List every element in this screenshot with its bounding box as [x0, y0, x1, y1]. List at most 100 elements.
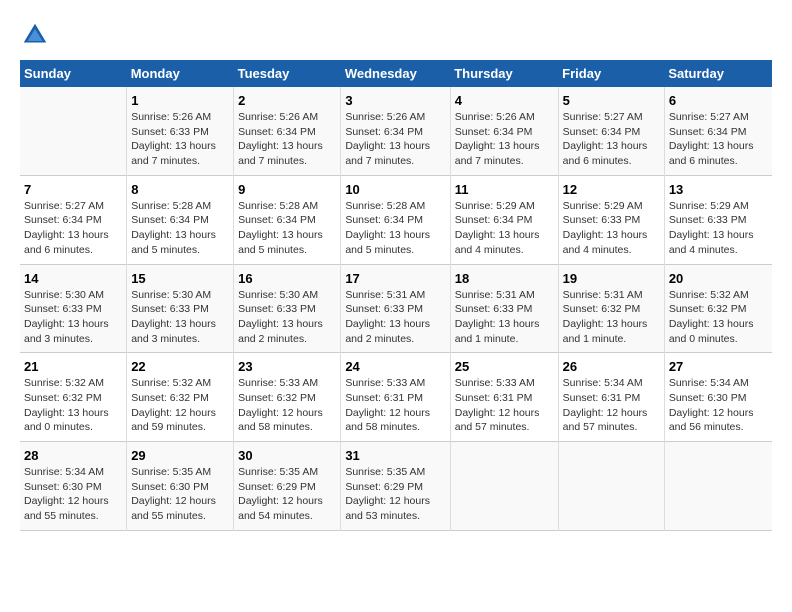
- day-info: Sunrise: 5:30 AM Sunset: 6:33 PM Dayligh…: [131, 288, 229, 347]
- day-info: Sunrise: 5:26 AM Sunset: 6:34 PM Dayligh…: [238, 110, 336, 169]
- day-info: Sunrise: 5:27 AM Sunset: 6:34 PM Dayligh…: [669, 110, 768, 169]
- calendar-cell: [20, 87, 127, 175]
- calendar-cell: 11Sunrise: 5:29 AM Sunset: 6:34 PM Dayli…: [450, 175, 558, 264]
- calendar-cell: 9Sunrise: 5:28 AM Sunset: 6:34 PM Daylig…: [234, 175, 341, 264]
- calendar-cell: 5Sunrise: 5:27 AM Sunset: 6:34 PM Daylig…: [558, 87, 664, 175]
- calendar-cell: 2 Sunrise: 5:26 AM Sunset: 6:34 PM Daylig…: [234, 87, 341, 175]
- day-number: 20: [669, 271, 768, 286]
- calendar-cell: 10 Sunrise: 5:28 AM Sunset: 6:34 PM Dayli…: [341, 175, 450, 264]
- calendar-cell: 26 Sunrise: 5:34 AM Sunset: 6:31 PM Dayli…: [558, 353, 664, 442]
- calendar-cell: 7Sunrise: 5:27 AM Sunset: 6:34 PM Daylig…: [20, 175, 127, 264]
- day-number: 1: [131, 93, 229, 108]
- calendar-week: 7Sunrise: 5:27 AM Sunset: 6:34 PM Daylig…: [20, 175, 772, 264]
- day-number: 10: [345, 182, 445, 197]
- calendar-cell: 23Sunrise: 5:33 AM Sunset: 6:32 PM Dayli…: [234, 353, 341, 442]
- calendar-cell: 21 Sunrise: 5:32 AM Sunset: 6:32 PM Dayli…: [20, 353, 127, 442]
- day-number: 5: [563, 93, 660, 108]
- calendar-cell: 6 Sunrise: 5:27 AM Sunset: 6:34 PM Daylig…: [664, 87, 772, 175]
- day-info: Sunrise: 5:29 AM Sunset: 6:33 PM Dayligh…: [563, 199, 660, 258]
- calendar-cell: [664, 442, 772, 531]
- day-info: Sunrise: 5:32 AM Sunset: 6:32 PM Dayligh…: [131, 376, 229, 435]
- day-info: Sunrise: 5:27 AM Sunset: 6:34 PM Dayligh…: [24, 199, 122, 258]
- day-number: 14: [24, 271, 122, 286]
- day-number: 13: [669, 182, 768, 197]
- day-info: Sunrise: 5:34 AM Sunset: 6:30 PM Dayligh…: [669, 376, 768, 435]
- page-header: [20, 20, 772, 50]
- header-row: SundayMondayTuesdayWednesdayThursdayFrid…: [20, 60, 772, 87]
- day-number: 8: [131, 182, 229, 197]
- calendar-cell: 30 Sunrise: 5:35 AM Sunset: 6:29 PM Dayli…: [234, 442, 341, 531]
- calendar-table: SundayMondayTuesdayWednesdayThursdayFrid…: [20, 60, 772, 531]
- day-info: Sunrise: 5:26 AM Sunset: 6:33 PM Dayligh…: [131, 110, 229, 169]
- calendar-cell: 29Sunrise: 5:35 AM Sunset: 6:30 PM Dayli…: [127, 442, 234, 531]
- header-day: Friday: [558, 60, 664, 87]
- calendar-cell: 13 Sunrise: 5:29 AM Sunset: 6:33 PM Dayli…: [664, 175, 772, 264]
- calendar-cell: 4 Sunrise: 5:26 AM Sunset: 6:34 PM Daylig…: [450, 87, 558, 175]
- calendar-cell: 31 Sunrise: 5:35 AM Sunset: 6:29 PM Dayli…: [341, 442, 450, 531]
- header-day: Sunday: [20, 60, 127, 87]
- day-number: 21: [24, 359, 122, 374]
- day-number: 26: [563, 359, 660, 374]
- day-number: 24: [345, 359, 445, 374]
- calendar-cell: 28Sunrise: 5:34 AM Sunset: 6:30 PM Dayli…: [20, 442, 127, 531]
- day-info: Sunrise: 5:29 AM Sunset: 6:34 PM Dayligh…: [455, 199, 554, 258]
- day-number: 16: [238, 271, 336, 286]
- header-day: Tuesday: [234, 60, 341, 87]
- day-info: Sunrise: 5:33 AM Sunset: 6:31 PM Dayligh…: [455, 376, 554, 435]
- day-info: Sunrise: 5:29 AM Sunset: 6:33 PM Dayligh…: [669, 199, 768, 258]
- header-day: Thursday: [450, 60, 558, 87]
- day-number: 27: [669, 359, 768, 374]
- day-info: Sunrise: 5:35 AM Sunset: 6:30 PM Dayligh…: [131, 465, 229, 524]
- day-info: Sunrise: 5:31 AM Sunset: 6:33 PM Dayligh…: [345, 288, 445, 347]
- calendar-cell: 14 Sunrise: 5:30 AM Sunset: 6:33 PM Dayli…: [20, 264, 127, 353]
- day-number: 30: [238, 448, 336, 463]
- header-day: Saturday: [664, 60, 772, 87]
- calendar-cell: 19Sunrise: 5:31 AM Sunset: 6:32 PM Dayli…: [558, 264, 664, 353]
- day-info: Sunrise: 5:33 AM Sunset: 6:31 PM Dayligh…: [345, 376, 445, 435]
- day-number: 15: [131, 271, 229, 286]
- day-number: 25: [455, 359, 554, 374]
- day-number: 2: [238, 93, 336, 108]
- day-info: Sunrise: 5:31 AM Sunset: 6:33 PM Dayligh…: [455, 288, 554, 347]
- header-day: Monday: [127, 60, 234, 87]
- day-info: Sunrise: 5:30 AM Sunset: 6:33 PM Dayligh…: [238, 288, 336, 347]
- day-info: Sunrise: 5:30 AM Sunset: 6:33 PM Dayligh…: [24, 288, 122, 347]
- day-number: 28: [24, 448, 122, 463]
- day-info: Sunrise: 5:34 AM Sunset: 6:31 PM Dayligh…: [563, 376, 660, 435]
- logo: [20, 20, 54, 50]
- calendar-cell: 27 Sunrise: 5:34 AM Sunset: 6:30 PM Dayli…: [664, 353, 772, 442]
- day-info: Sunrise: 5:28 AM Sunset: 6:34 PM Dayligh…: [131, 199, 229, 258]
- day-number: 9: [238, 182, 336, 197]
- day-info: Sunrise: 5:35 AM Sunset: 6:29 PM Dayligh…: [238, 465, 336, 524]
- calendar-cell: 24 Sunrise: 5:33 AM Sunset: 6:31 PM Dayli…: [341, 353, 450, 442]
- day-info: Sunrise: 5:32 AM Sunset: 6:32 PM Dayligh…: [669, 288, 768, 347]
- day-number: 19: [563, 271, 660, 286]
- day-number: 3: [345, 93, 445, 108]
- calendar-cell: 22 Sunrise: 5:32 AM Sunset: 6:32 PM Dayli…: [127, 353, 234, 442]
- day-number: 23: [238, 359, 336, 374]
- header-day: Wednesday: [341, 60, 450, 87]
- calendar-week: 1 Sunrise: 5:26 AM Sunset: 6:33 PM Daylig…: [20, 87, 772, 175]
- day-number: 6: [669, 93, 768, 108]
- day-number: 17: [345, 271, 445, 286]
- day-info: Sunrise: 5:26 AM Sunset: 6:34 PM Dayligh…: [455, 110, 554, 169]
- day-number: 4: [455, 93, 554, 108]
- calendar-week: 21 Sunrise: 5:32 AM Sunset: 6:32 PM Dayli…: [20, 353, 772, 442]
- calendar-cell: [450, 442, 558, 531]
- calendar-cell: 18 Sunrise: 5:31 AM Sunset: 6:33 PM Dayli…: [450, 264, 558, 353]
- day-info: Sunrise: 5:28 AM Sunset: 6:34 PM Dayligh…: [345, 199, 445, 258]
- calendar-cell: 1 Sunrise: 5:26 AM Sunset: 6:33 PM Daylig…: [127, 87, 234, 175]
- calendar-cell: 16 Sunrise: 5:30 AM Sunset: 6:33 PM Dayli…: [234, 264, 341, 353]
- logo-icon: [20, 20, 50, 50]
- day-number: 12: [563, 182, 660, 197]
- day-number: 31: [345, 448, 445, 463]
- day-info: Sunrise: 5:35 AM Sunset: 6:29 PM Dayligh…: [345, 465, 445, 524]
- calendar-week: 14 Sunrise: 5:30 AM Sunset: 6:33 PM Dayli…: [20, 264, 772, 353]
- calendar-cell: 3Sunrise: 5:26 AM Sunset: 6:34 PM Daylig…: [341, 87, 450, 175]
- day-info: Sunrise: 5:32 AM Sunset: 6:32 PM Dayligh…: [24, 376, 122, 435]
- day-number: 22: [131, 359, 229, 374]
- calendar-cell: 12 Sunrise: 5:29 AM Sunset: 6:33 PM Dayli…: [558, 175, 664, 264]
- calendar-week: 28Sunrise: 5:34 AM Sunset: 6:30 PM Dayli…: [20, 442, 772, 531]
- day-number: 18: [455, 271, 554, 286]
- calendar-cell: 25 Sunrise: 5:33 AM Sunset: 6:31 PM Dayli…: [450, 353, 558, 442]
